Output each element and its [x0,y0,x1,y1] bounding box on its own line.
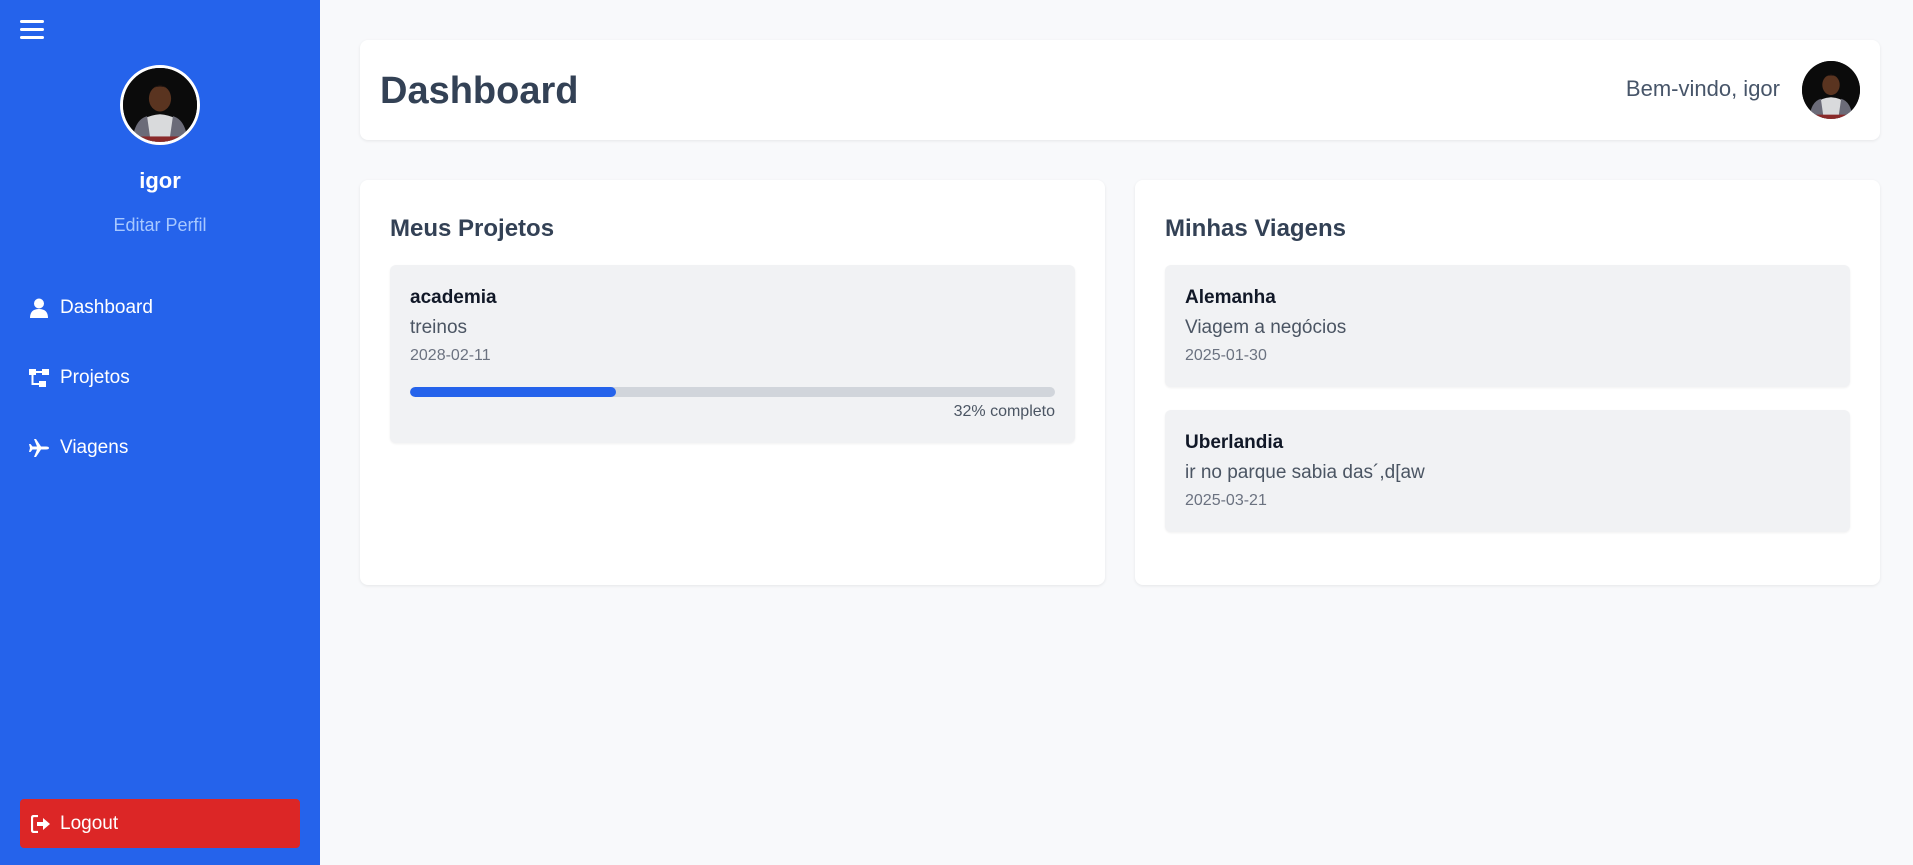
sitemap-icon [28,367,50,389]
trip-date: 2025-01-30 [1185,347,1267,364]
profile-username: igor [139,168,181,193]
trips-title: Minhas Viagens [1165,215,1346,242]
trips-card: Minhas Viagens Alemanha Viagem a negócio… [1135,180,1880,585]
project-date: 2028-02-11 [410,347,491,364]
welcome-text: Bem-vindo, igor [1625,76,1780,101]
progress-label: 32% completo [953,403,1055,420]
sidebar-item-label: Dashboard [60,297,153,318]
project-name: academia [410,287,497,308]
projects-title: Meus Projetos [390,215,555,242]
progress-bar [410,387,1055,397]
sidebar-item-viagens[interactable]: Viagens [28,430,153,466]
logout-button[interactable]: Logout [20,799,300,848]
trip-item[interactable]: Uberlandia ir no parque sabia das´,d[aw … [1165,410,1850,532]
sidebar-item-projetos[interactable]: Projetos [28,360,153,396]
sidebar-item-label: Viagens [60,437,129,458]
sidebar-item-dashboard[interactable]: Dashboard [28,290,153,326]
user-icon [28,297,50,319]
logout-label: Logout [60,812,119,834]
trip-item[interactable]: Alemanha Viagem a negócios 2025-01-30 [1165,265,1850,387]
trip-name: Uberlandia [1185,432,1284,453]
trip-date: 2025-03-21 [1185,492,1267,509]
projects-card: Meus Projetos academia treinos 2028-02-1… [360,180,1105,585]
trip-name: Alemanha [1185,287,1276,308]
project-description: treinos [410,317,468,338]
avatar[interactable] [120,65,200,145]
trip-description: Viagem a negócios [1185,317,1347,338]
page-title: Dashboard [380,70,579,112]
progress-fill [410,387,617,397]
header-avatar[interactable] [1802,61,1860,119]
trip-description: ir no parque sabia das´,d[aw [1185,462,1425,483]
sign-out-icon [30,813,52,835]
menu-toggle-icon[interactable] [20,20,44,42]
sidebar-item-label: Projetos [60,367,130,388]
page-header: Dashboard Bem-vindo, igor [360,40,1880,140]
sidebar: igor Editar Perfil Dashboard Projetos Vi… [0,0,320,865]
project-item[interactable]: academia treinos 2028-02-11 32% completo [390,265,1075,443]
edit-profile-link[interactable]: Editar Perfil [0,215,320,236]
sidebar-nav: Dashboard Projetos Viagens [28,290,153,500]
plane-icon [28,437,50,459]
